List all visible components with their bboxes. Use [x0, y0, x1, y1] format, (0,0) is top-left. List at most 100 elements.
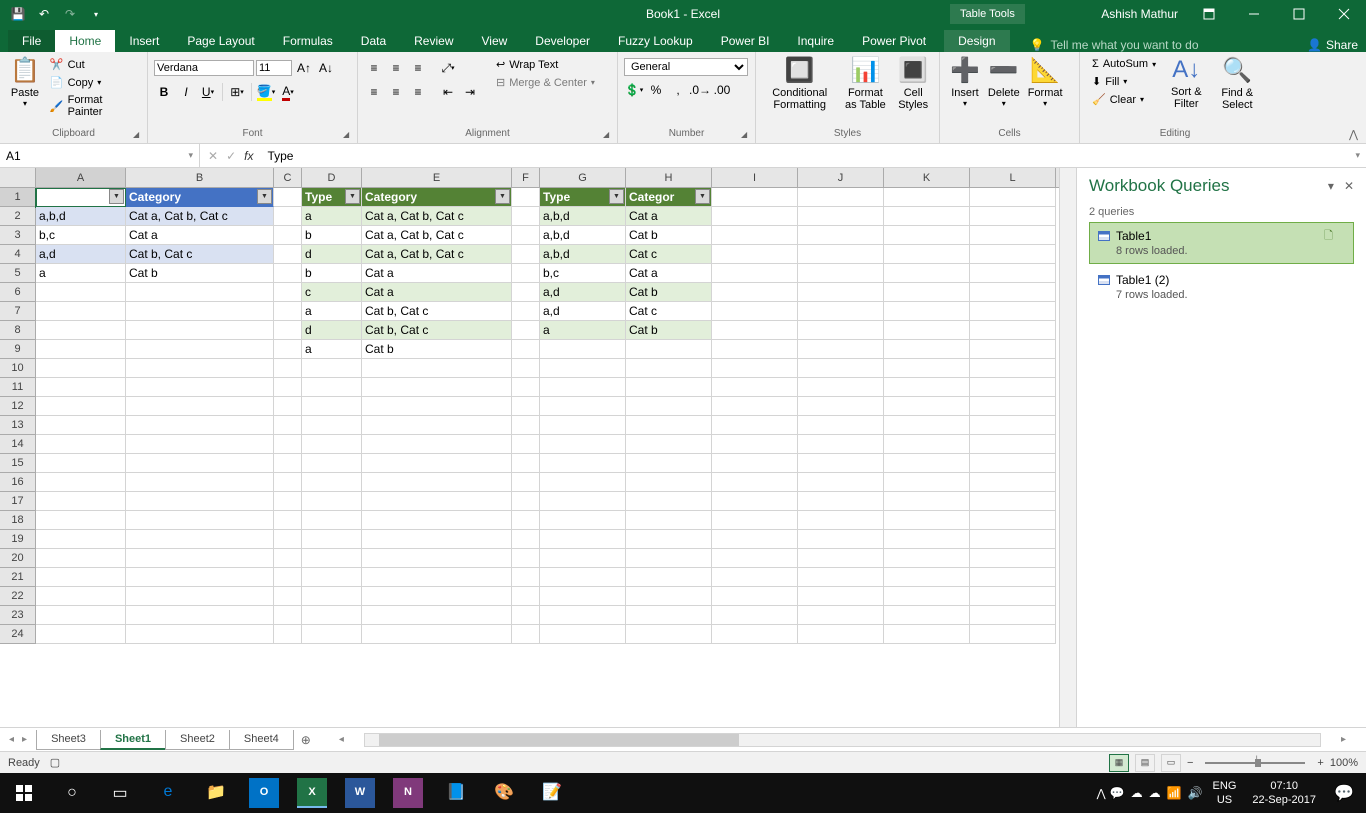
- cell[interactable]: [36, 359, 126, 378]
- cell[interactable]: [540, 625, 626, 644]
- cell[interactable]: [884, 283, 970, 302]
- redo-icon[interactable]: ↷: [58, 2, 82, 26]
- zoom-in-icon[interactable]: +: [1317, 757, 1323, 769]
- cell[interactable]: [302, 530, 362, 549]
- cell[interactable]: [36, 397, 126, 416]
- cell[interactable]: [274, 321, 302, 340]
- align-top-icon[interactable]: ≡: [364, 58, 384, 78]
- row-header[interactable]: 23: [0, 606, 36, 625]
- cell[interactable]: [540, 568, 626, 587]
- cell[interactable]: [36, 549, 126, 568]
- insert-cells-button[interactable]: ➕Insert▾: [946, 54, 984, 110]
- vertical-scrollbar[interactable]: [1059, 168, 1076, 727]
- cell[interactable]: [362, 606, 512, 625]
- sheet-nav-first-icon[interactable]: ◂: [6, 734, 17, 745]
- column-header-C[interactable]: C: [274, 168, 302, 187]
- column-header-F[interactable]: F: [512, 168, 540, 187]
- cell[interactable]: [970, 549, 1056, 568]
- cell[interactable]: [712, 226, 798, 245]
- cell[interactable]: [274, 492, 302, 511]
- cell[interactable]: [512, 587, 540, 606]
- cell[interactable]: [884, 207, 970, 226]
- normal-view-icon[interactable]: ▦: [1109, 754, 1129, 772]
- cell[interactable]: [712, 188, 798, 207]
- cell[interactable]: d: [302, 245, 362, 264]
- cell[interactable]: [970, 473, 1056, 492]
- cell[interactable]: [126, 378, 274, 397]
- cell[interactable]: [626, 435, 712, 454]
- cell[interactable]: [36, 587, 126, 606]
- cell[interactable]: [362, 549, 512, 568]
- cell[interactable]: [712, 359, 798, 378]
- cell[interactable]: [274, 549, 302, 568]
- row-header[interactable]: 14: [0, 435, 36, 454]
- word-app-icon[interactable]: W: [345, 778, 375, 808]
- cell[interactable]: [798, 549, 884, 568]
- cell[interactable]: a: [302, 302, 362, 321]
- cell[interactable]: [126, 454, 274, 473]
- cell[interactable]: [512, 606, 540, 625]
- cell[interactable]: [970, 321, 1056, 340]
- cell[interactable]: [302, 511, 362, 530]
- row-header[interactable]: 18: [0, 511, 36, 530]
- cell[interactable]: [512, 511, 540, 530]
- cell[interactable]: [798, 302, 884, 321]
- row-header[interactable]: 21: [0, 568, 36, 587]
- column-header-K[interactable]: K: [884, 168, 970, 187]
- cell[interactable]: [798, 397, 884, 416]
- filter-arrow-icon[interactable]: ▼: [609, 189, 624, 204]
- cell[interactable]: [884, 302, 970, 321]
- cell[interactable]: [126, 359, 274, 378]
- select-all-corner[interactable]: [0, 168, 36, 187]
- row-header[interactable]: 1: [0, 188, 36, 207]
- cell[interactable]: [274, 530, 302, 549]
- cell[interactable]: a,b,d: [540, 245, 626, 264]
- queries-close-icon[interactable]: ✕: [1344, 179, 1354, 193]
- cell[interactable]: [512, 378, 540, 397]
- onenote-app-icon[interactable]: N: [393, 778, 423, 808]
- row-header[interactable]: 9: [0, 340, 36, 359]
- conditional-formatting-button[interactable]: 🔲Conditional Formatting: [762, 54, 837, 113]
- cell[interactable]: a: [302, 340, 362, 359]
- cell[interactable]: [970, 435, 1056, 454]
- sheet-tab-sheet3[interactable]: Sheet3: [36, 730, 101, 750]
- cell[interactable]: Cat a: [626, 264, 712, 283]
- cell[interactable]: Cat a: [362, 264, 512, 283]
- cell[interactable]: Cat b, Cat c: [126, 245, 274, 264]
- border-button[interactable]: ⊞ ▾: [227, 82, 247, 102]
- cell[interactable]: [798, 188, 884, 207]
- cell[interactable]: [970, 264, 1056, 283]
- hscroll-right-icon[interactable]: ▸: [1341, 734, 1346, 745]
- row-header[interactable]: 22: [0, 587, 36, 606]
- cell[interactable]: [126, 473, 274, 492]
- tab-file[interactable]: File: [8, 30, 55, 52]
- cell[interactable]: Type▼: [36, 188, 126, 207]
- clipboard-dialog-launcher[interactable]: ◢: [133, 130, 145, 142]
- column-header-J[interactable]: J: [798, 168, 884, 187]
- merge-center-button[interactable]: ⊟Merge & Center ▾: [492, 74, 599, 91]
- cell[interactable]: [126, 568, 274, 587]
- filter-arrow-icon[interactable]: ▼: [345, 189, 360, 204]
- onedrive-icon[interactable]: ☁: [1131, 786, 1143, 800]
- tray-icon[interactable]: 💬: [1110, 786, 1125, 800]
- cell[interactable]: [362, 378, 512, 397]
- row-header[interactable]: 24: [0, 625, 36, 644]
- zoom-slider[interactable]: [1205, 762, 1305, 764]
- cell[interactable]: [970, 188, 1056, 207]
- cell[interactable]: [302, 549, 362, 568]
- cell[interactable]: [302, 625, 362, 644]
- cell[interactable]: Cat a: [126, 226, 274, 245]
- cell[interactable]: [274, 435, 302, 454]
- cell[interactable]: Cat b: [362, 340, 512, 359]
- sheet-tab-sheet4[interactable]: Sheet4: [229, 730, 294, 750]
- cell[interactable]: [126, 625, 274, 644]
- format-painter-button[interactable]: 🖌️Format Painter: [46, 92, 139, 120]
- cell[interactable]: [626, 530, 712, 549]
- cell[interactable]: a: [302, 207, 362, 226]
- cancel-formula-icon[interactable]: ✕: [208, 149, 218, 163]
- user-name[interactable]: Ashish Mathur: [1101, 7, 1178, 21]
- cell[interactable]: a: [540, 321, 626, 340]
- wrap-text-button[interactable]: ↩Wrap Text: [492, 56, 599, 73]
- cell[interactable]: [884, 473, 970, 492]
- cell[interactable]: [540, 435, 626, 454]
